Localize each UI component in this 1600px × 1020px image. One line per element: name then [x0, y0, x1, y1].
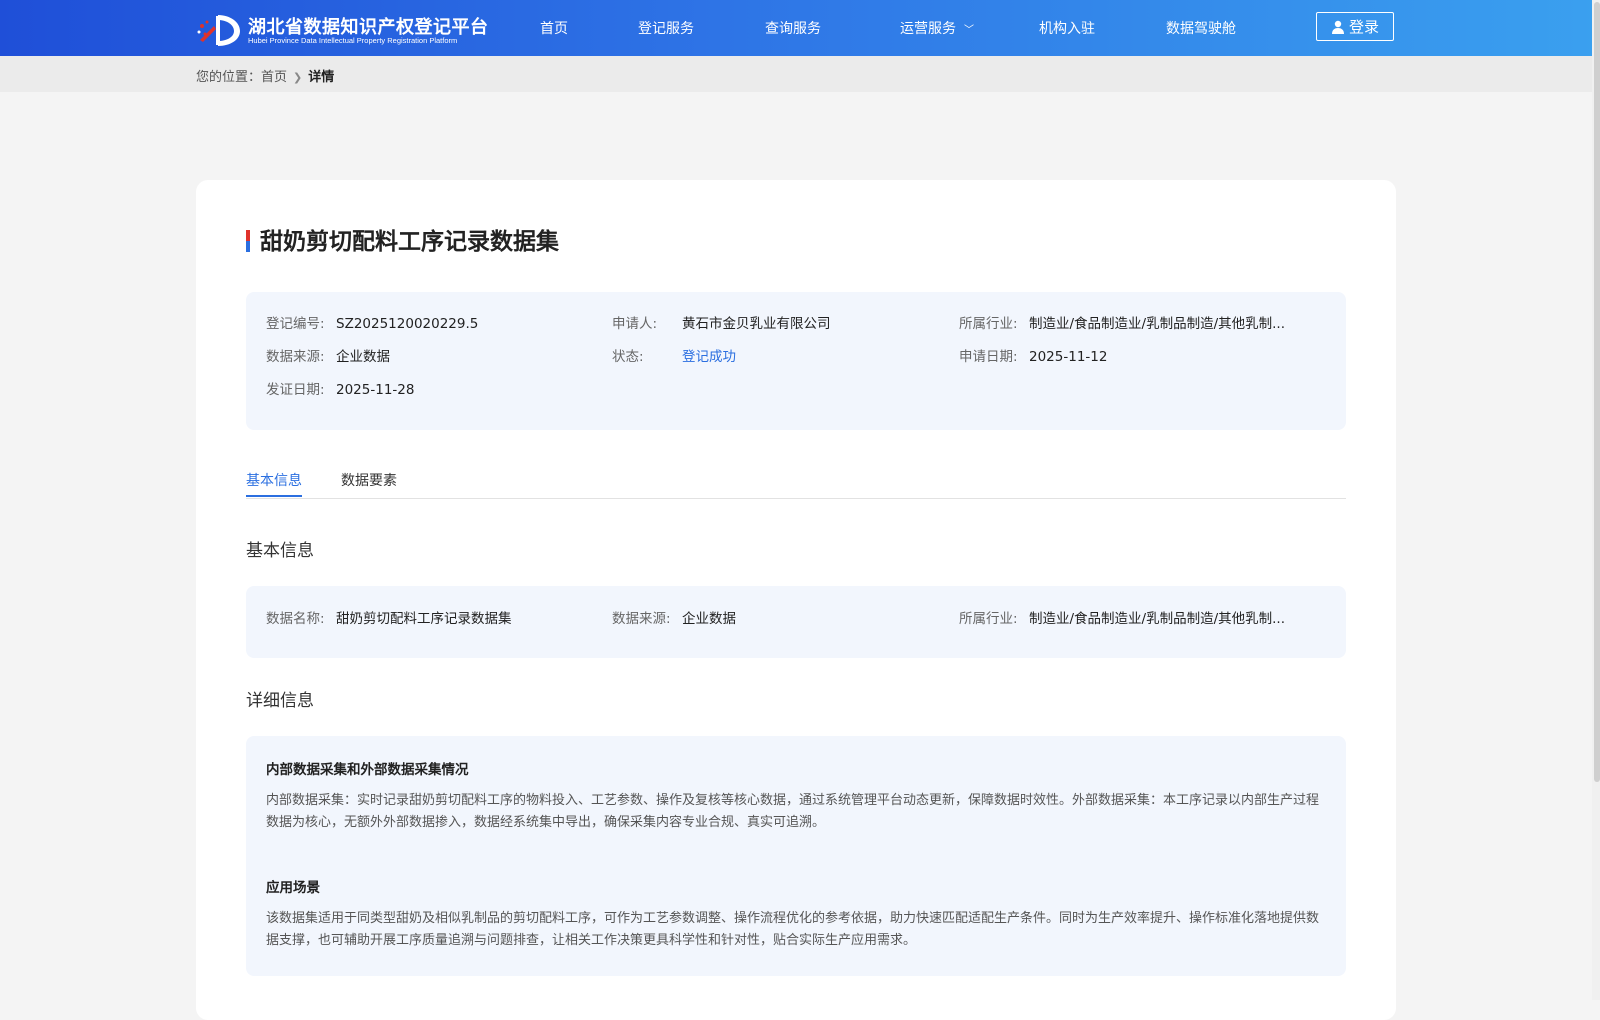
nav-label: 查询服务 [765, 21, 821, 37]
breadcrumb-home-link[interactable]: 首页 [261, 70, 287, 85]
nav-label: 运营服务 [900, 21, 956, 37]
nav-registration-service[interactable]: 登记服务 [638, 18, 694, 38]
breadcrumb: 您的位置：首页 ❯ 详情 [196, 66, 334, 85]
nav-label: 机构入驻 [1039, 21, 1095, 37]
detail-item-title: 内部数据采集和外部数据采集情况 [266, 762, 469, 778]
detail-card: 甜奶剪切配料工序记录数据集 登记编号: SZ2025120020229.5 申请人… [196, 180, 1396, 1020]
field-label: 状态: [612, 349, 644, 365]
title-accent-bar [246, 230, 250, 252]
scrollbar-thumb[interactable] [1594, 2, 1600, 782]
field-industry: 所属行业: 制造业/食品制造业/乳制品制造/其他乳制... [959, 312, 1285, 332]
tab-basic-info[interactable]: 基本信息 [246, 470, 302, 490]
field-label: 数据来源: [266, 349, 325, 365]
detail-info-panel: 内部数据采集和外部数据采集情况 内部数据采集：实时记录甜奶剪切配料工序的物料投入… [246, 736, 1346, 976]
breadcrumb-current: 详情 [308, 70, 335, 85]
nav-label: 数据驾驶舱 [1166, 21, 1236, 37]
page-title: 甜奶剪切配料工序记录数据集 [260, 229, 559, 255]
field-source: 数据来源: 企业数据 [266, 345, 390, 365]
tab-data-elements[interactable]: 数据要素 [341, 470, 397, 490]
field-value: 企业数据 [336, 349, 390, 365]
field-status: 状态: 登记成功 [612, 345, 736, 365]
section-heading-basic: 基本信息 [246, 541, 314, 561]
basic-info-panel: 数据名称: 甜奶剪切配料工序记录数据集 数据来源: 企业数据 所属行业: 制造业/食品… [246, 586, 1346, 658]
field-reg-no: 登记编号: SZ2025120020229.5 [266, 312, 478, 332]
field-data-name: 数据名称: 甜奶剪切配料工序记录数据集 [266, 607, 512, 627]
field-value: 企业数据 [682, 611, 736, 627]
nav-operation-service[interactable]: 运营服务 ﹀ [900, 18, 974, 38]
field-data-source: 数据来源: 企业数据 [612, 607, 736, 627]
breadcrumb-prefix: 您的位置： [196, 70, 262, 85]
site-logo[interactable]: 湖北省数据知识产权登记平台 Hubei Province Data Intell… [196, 12, 496, 48]
user-icon [1331, 20, 1344, 34]
field-value: 制造业/食品制造业/乳制品制造/其他乳制... [1029, 316, 1286, 332]
active-tab-indicator [246, 495, 302, 497]
nav-label: 首页 [540, 21, 568, 37]
field-label: 登记编号: [266, 316, 325, 332]
field-data-industry: 所属行业: 制造业/食品制造业/乳制品制造/其他乳制... [959, 607, 1285, 627]
breadcrumb-bar: 您的位置：首页 ❯ 详情 [0, 56, 1600, 92]
chevron-right-icon: ❯ [293, 71, 303, 84]
detail-item-title: 应用场景 [266, 880, 320, 896]
field-label: 所属行业: [959, 611, 1018, 627]
status-badge: 登记成功 [682, 349, 736, 365]
field-value: 2025-11-12 [1029, 349, 1108, 365]
chevron-down-icon: ﹀ [964, 25, 974, 36]
field-label: 数据名称: [266, 611, 325, 627]
field-label: 所属行业: [959, 316, 1018, 332]
field-value: 甜奶剪切配料工序记录数据集 [336, 611, 512, 627]
field-value: 黄石市金贝乳业有限公司 [682, 316, 831, 332]
nav-label: 登记服务 [638, 21, 694, 37]
nav-home[interactable]: 首页 [540, 18, 568, 38]
field-label: 发证日期: [266, 382, 325, 398]
field-label: 申请日期: [959, 349, 1018, 365]
field-applicant: 申请人: 黄石市金贝乳业有限公司 [612, 312, 831, 332]
nav-query-service[interactable]: 查询服务 [765, 18, 821, 38]
detail-tabs: 基本信息 数据要素 [246, 458, 1346, 499]
field-value: 制造业/食品制造业/乳制品制造/其他乳制... [1029, 611, 1286, 627]
detail-item-text: 该数据集适用于同类型甜奶及相似乳制品的剪切配料工序，可作为工艺参数调整、操作流程… [266, 911, 1320, 948]
nav-data-cockpit[interactable]: 数据驾驶舱 [1166, 18, 1236, 38]
field-label: 申请人: [612, 316, 658, 332]
field-value: 2025-11-28 [336, 382, 415, 398]
login-button[interactable]: 登录 [1316, 12, 1394, 41]
section-heading-detail: 详细信息 [246, 691, 314, 711]
field-apply-date: 申请日期: 2025-11-12 [959, 345, 1107, 365]
logo-subtitle: Hubei Province Data Intellectual Propert… [248, 36, 458, 45]
field-value: SZ2025120020229.5 [336, 316, 479, 332]
logo-emblem-icon [197, 15, 240, 46]
detail-item-text: 内部数据采集：实时记录甜奶剪切配料工序的物料投入、工艺参数、操作及复核等核心数据… [266, 793, 1320, 830]
summary-panel: 登记编号: SZ2025120020229.5 申请人: 黄石市金贝乳业有限公司 所… [246, 292, 1346, 430]
field-issue-date: 发证日期: 2025-11-28 [266, 378, 414, 398]
top-header: 湖北省数据知识产权登记平台 Hubei Province Data Intell… [0, 0, 1600, 56]
field-label: 数据来源: [612, 611, 671, 627]
nav-institution-join[interactable]: 机构入驻 [1039, 18, 1095, 38]
login-label: 登录 [1348, 18, 1379, 36]
